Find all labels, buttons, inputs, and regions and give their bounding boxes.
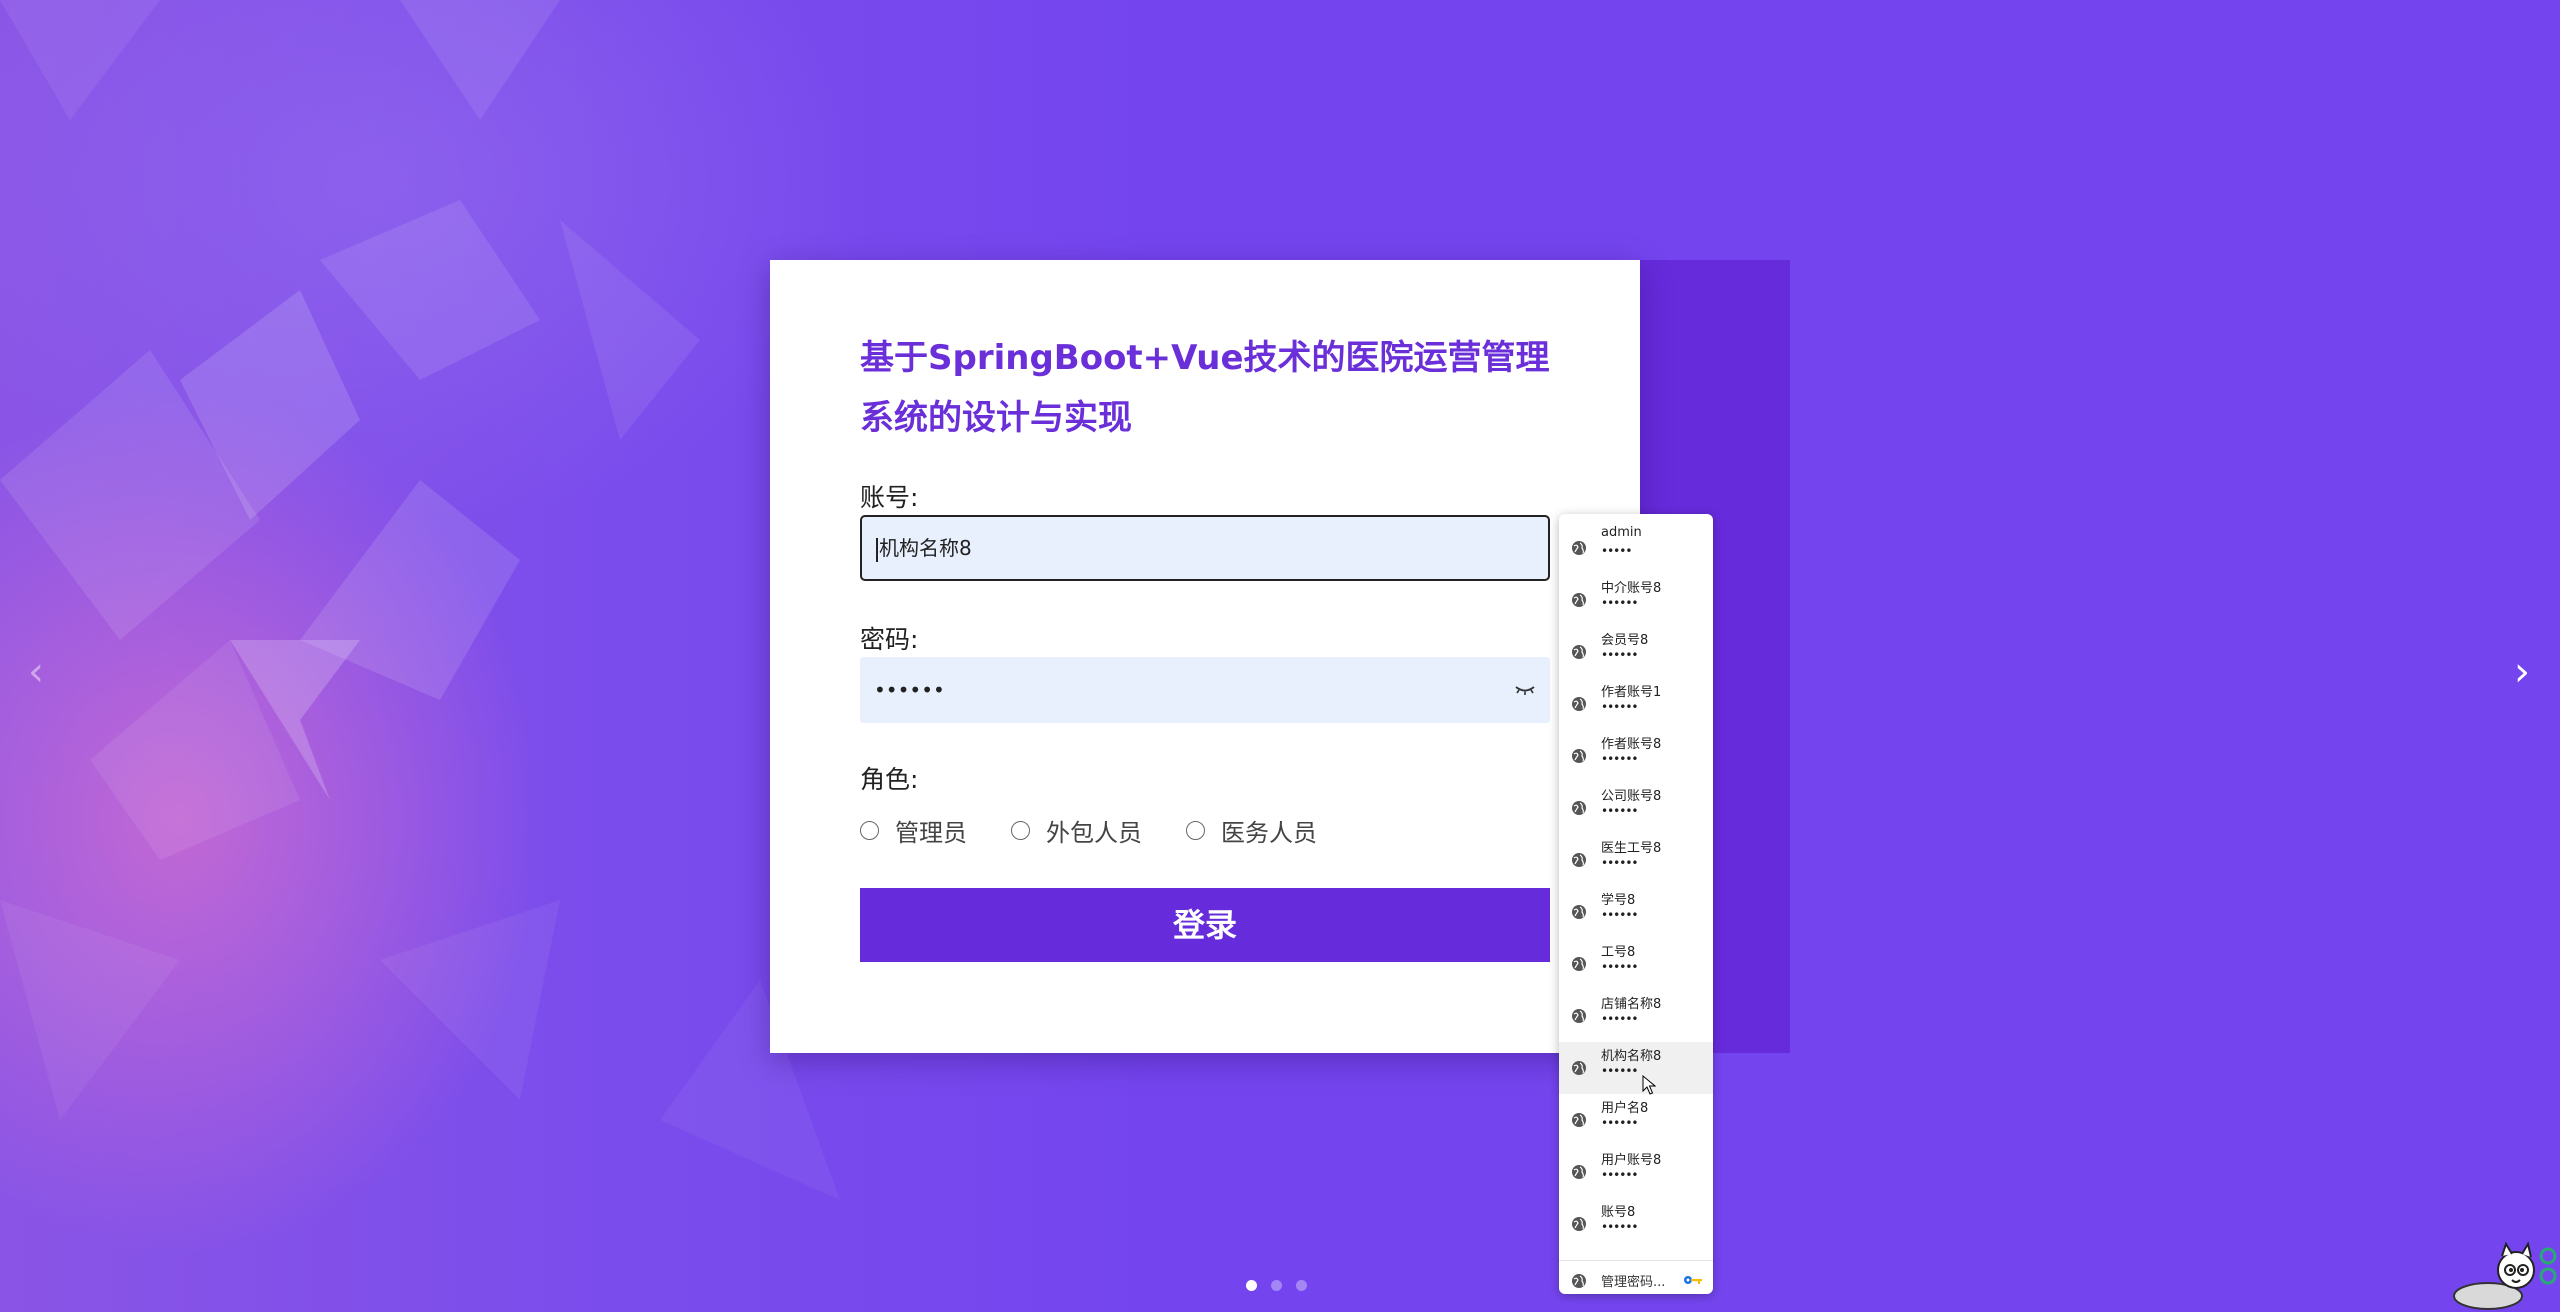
autofill-password: •••••• xyxy=(1601,648,1638,662)
globe-icon xyxy=(1572,697,1586,711)
account-value: 机构名称8 xyxy=(879,536,972,560)
autofill-password: •••••• xyxy=(1601,1168,1638,1182)
account-input[interactable]: 机构名称8 xyxy=(860,515,1550,581)
autofill-password: •••••• xyxy=(1601,908,1638,922)
chevron-left-icon: ‹ xyxy=(28,649,44,695)
password-input[interactable]: •••••• xyxy=(860,657,1550,723)
account-label: 账号: xyxy=(860,483,919,512)
password-label: 密码: xyxy=(860,625,919,654)
autofill-item[interactable]: 店铺名称8 •••••• xyxy=(1559,990,1713,1042)
autofill-username: 中介账号8 xyxy=(1601,581,1662,596)
globe-icon xyxy=(1572,593,1586,607)
carousel-prev-button[interactable]: ‹ xyxy=(14,650,58,694)
autofill-username: admin xyxy=(1601,525,1642,540)
carousel-dot[interactable] xyxy=(1246,1280,1257,1291)
role-radio-admin[interactable]: 管理员 xyxy=(860,813,967,848)
autofill-password: •••••• xyxy=(1601,596,1638,610)
globe-icon xyxy=(1572,1165,1586,1179)
mouse-cursor xyxy=(1642,1075,1656,1095)
radio-circle xyxy=(1186,821,1205,840)
eye-closed-icon[interactable] xyxy=(1512,676,1538,702)
autofill-username: 店铺名称8 xyxy=(1601,997,1662,1012)
autofill-list: admin ••••• 中介账号8 •••••• 会员号8 •••••• 作者账号1 ••••… xyxy=(1559,522,1713,1250)
globe-icon xyxy=(1572,957,1586,971)
autofill-item[interactable]: admin ••••• xyxy=(1559,522,1713,574)
autofill-password: •••••• xyxy=(1601,1064,1638,1078)
globe-icon xyxy=(1572,1009,1586,1023)
carousel-next-button[interactable]: › xyxy=(2500,650,2544,694)
autofill-item[interactable]: 用户账号8 •••••• xyxy=(1559,1146,1713,1198)
autofill-username: 用户名8 xyxy=(1601,1101,1649,1116)
autofill-username: 学号8 xyxy=(1601,893,1636,908)
autofill-item[interactable]: 作者账号1 •••••• xyxy=(1559,678,1713,730)
autofill-username: 会员号8 xyxy=(1601,633,1649,648)
autofill-item[interactable]: 用户名8 •••••• xyxy=(1559,1094,1713,1146)
radio-circle xyxy=(1011,821,1030,840)
autofill-password: •••••• xyxy=(1601,804,1638,818)
autofill-item[interactable]: 作者账号8 •••••• xyxy=(1559,730,1713,782)
globe-icon xyxy=(1572,1061,1586,1075)
autofill-username: 作者账号8 xyxy=(1601,737,1662,752)
globe-icon xyxy=(1572,541,1586,555)
carousel-dot[interactable] xyxy=(1271,1280,1282,1291)
cat-mascot-icon xyxy=(2453,1241,2557,1310)
login-card: 基于SpringBoot+Vue技术的医院运营管理系统的设计与实现 账号: 机构… xyxy=(770,260,1640,1053)
radio-label: 外包人员 xyxy=(1046,819,1142,847)
autofill-item[interactable]: 会员号8 •••••• xyxy=(1559,626,1713,678)
autofill-username: 工号8 xyxy=(1601,945,1636,960)
autofill-password: •••••• xyxy=(1601,700,1638,714)
autofill-username: 作者账号1 xyxy=(1601,685,1662,700)
autofill-password: •••••• xyxy=(1601,752,1638,766)
globe-icon xyxy=(1572,853,1586,867)
carousel-dot[interactable] xyxy=(1296,1280,1307,1291)
autofill-password: •••••• xyxy=(1601,1012,1638,1026)
autofill-password: •••••• xyxy=(1601,856,1638,870)
password-autofill-dropdown: admin ••••• 中介账号8 •••••• 会员号8 •••••• 作者账号1 ••••… xyxy=(1559,514,1713,1294)
globe-icon xyxy=(1572,749,1586,763)
autofill-item[interactable]: 公司账号8 •••••• xyxy=(1559,782,1713,834)
globe-icon xyxy=(1572,905,1586,919)
globe-icon xyxy=(1572,1274,1586,1288)
autofill-password: ••••• xyxy=(1601,544,1632,558)
password-value: •••••• xyxy=(874,678,945,702)
autofill-item[interactable]: 工号8 •••••• xyxy=(1559,938,1713,990)
autofill-password: •••••• xyxy=(1601,1116,1638,1130)
autofill-password: •••••• xyxy=(1601,960,1638,974)
role-label: 角色: xyxy=(860,765,919,794)
login-button[interactable]: 登录 xyxy=(860,888,1550,962)
autofill-password: •••••• xyxy=(1601,1220,1638,1234)
autofill-item[interactable]: 学号8 •••••• xyxy=(1559,886,1713,938)
globe-icon xyxy=(1572,801,1586,815)
autofill-item[interactable]: 中介账号8 •••••• xyxy=(1559,574,1713,626)
autofill-username: 用户账号8 xyxy=(1601,1153,1662,1168)
chevron-right-icon: › xyxy=(2514,649,2530,695)
globe-icon xyxy=(1572,645,1586,659)
radio-label: 医务人员 xyxy=(1221,819,1317,847)
key-icon xyxy=(1684,1276,1702,1284)
manage-passwords-item[interactable]: 管理密码... xyxy=(1559,1261,1713,1299)
role-radio-outsourced[interactable]: 外包人员 xyxy=(1011,813,1142,848)
autofill-username: 医生工号8 xyxy=(1601,841,1662,856)
autofill-username: 账号8 xyxy=(1601,1205,1636,1220)
autofill-username: 机构名称8 xyxy=(1601,1049,1662,1064)
manage-passwords-label: 管理密码... xyxy=(1601,1275,1666,1290)
autofill-item[interactable]: 机构名称8 •••••• xyxy=(1559,1042,1713,1094)
autofill-item[interactable]: 医生工号8 •••••• xyxy=(1559,834,1713,886)
page-title: 基于SpringBoot+Vue技术的医院运营管理系统的设计与实现 xyxy=(860,338,1550,438)
autofill-username: 公司账号8 xyxy=(1601,789,1662,804)
carousel-indicators xyxy=(1246,1280,1307,1291)
role-radio-medical[interactable]: 医务人员 xyxy=(1186,813,1317,848)
radio-label: 管理员 xyxy=(895,819,967,847)
globe-icon xyxy=(1572,1113,1586,1127)
text-caret xyxy=(876,537,878,562)
autofill-item[interactable]: 账号8 •••••• xyxy=(1559,1198,1713,1250)
globe-icon xyxy=(1572,1217,1586,1231)
role-radio-group: 管理员 外包人员 医务人员 xyxy=(860,813,1361,848)
radio-circle xyxy=(860,821,879,840)
